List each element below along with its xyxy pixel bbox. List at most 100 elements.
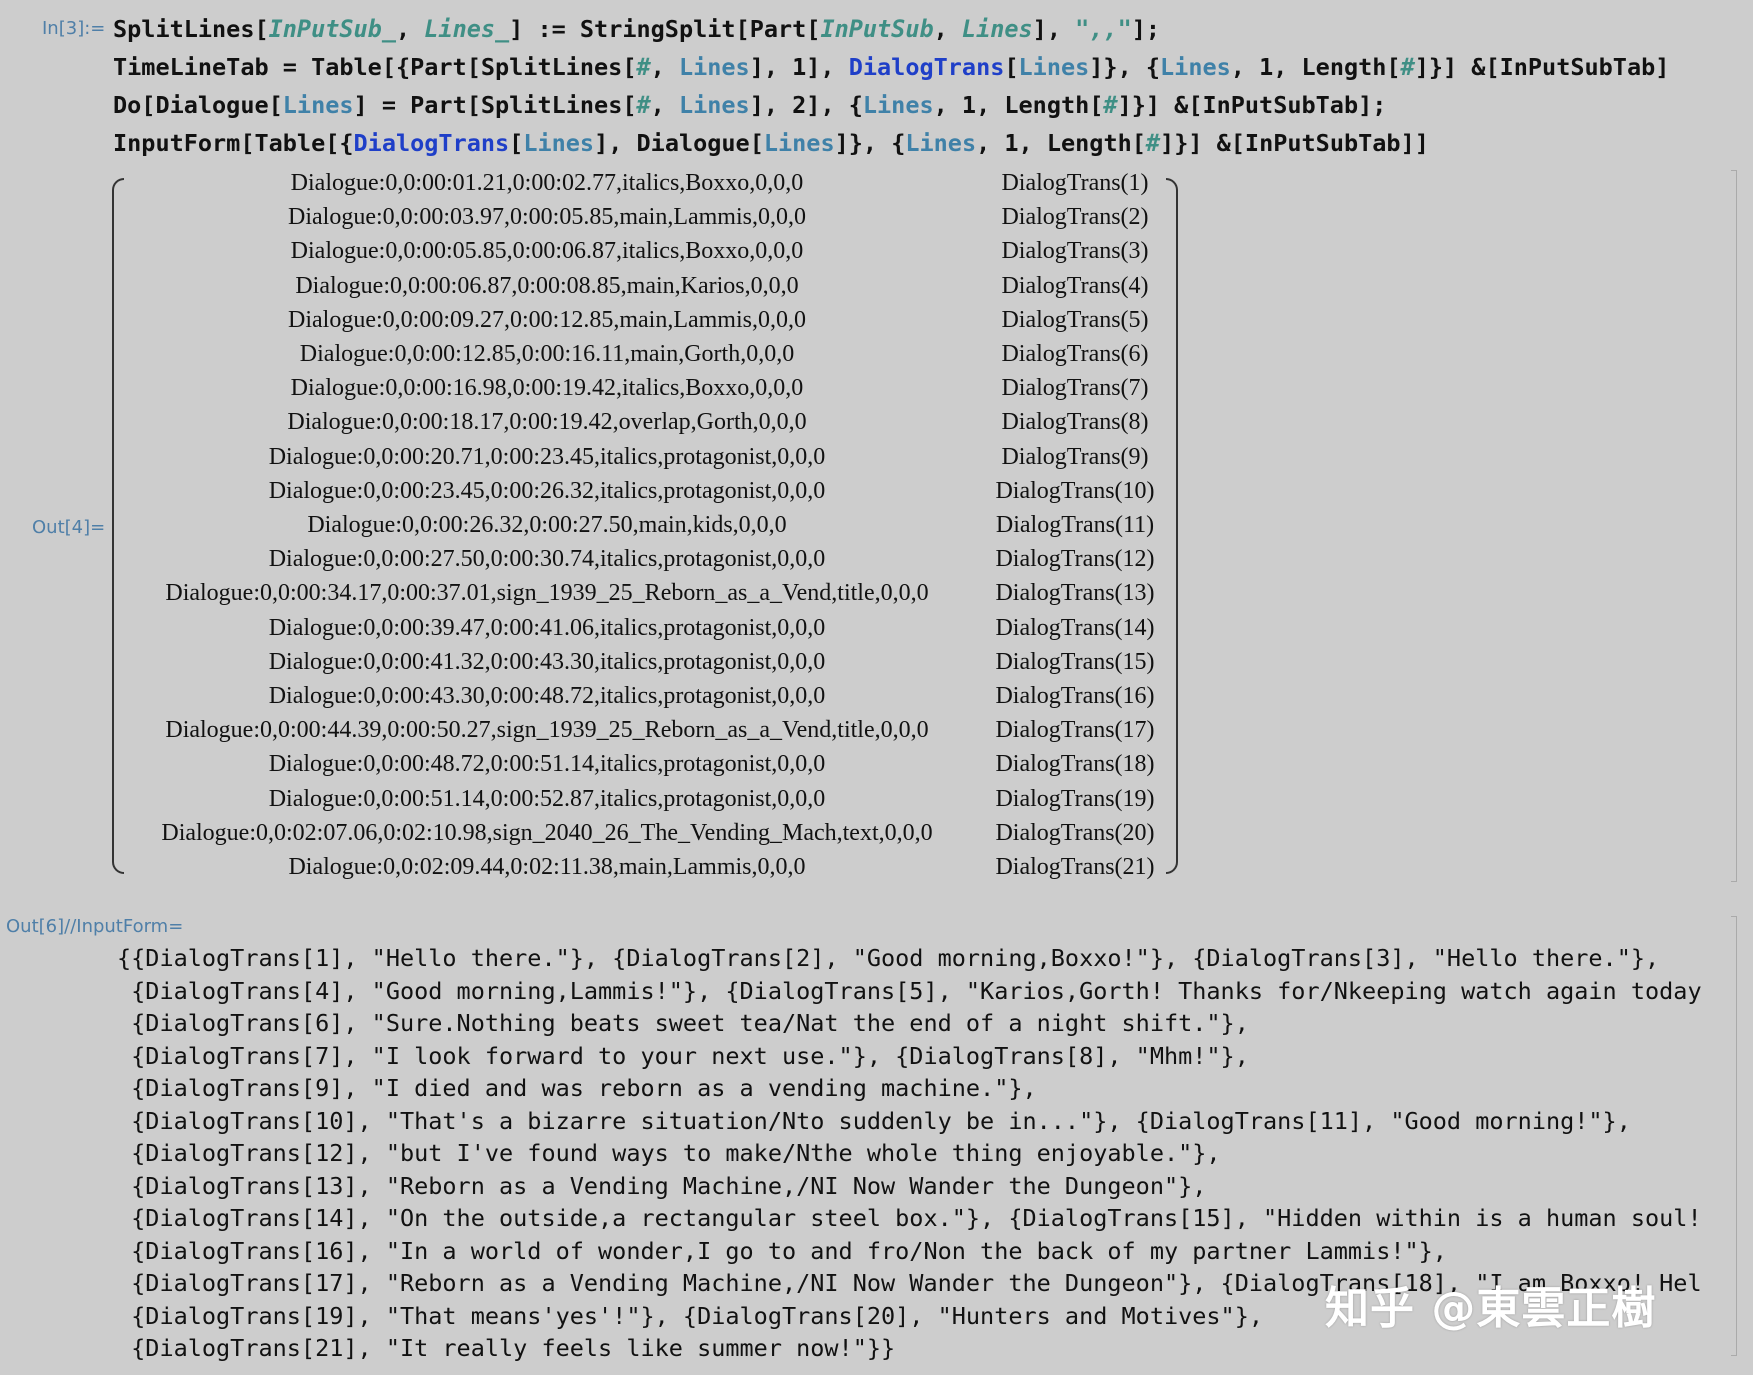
output-6-label: Out[6]//InputForm= — [6, 916, 184, 937]
matrix-row: Dialogue:0,0:00:03.97,0:00:05.85,main,La… — [112, 204, 1178, 238]
matrix-row: Dialogue:0,0:00:43.30,0:00:48.72,italics… — [112, 683, 1178, 717]
output-line: {DialogTrans[12], "but I've found ways t… — [117, 1139, 1221, 1167]
matrix-cell-dialogue: Dialogue:0,0:00:48.72,0:00:51.14,italics… — [268, 751, 826, 778]
matrix-cell-trans: DialogTrans(15) — [995, 648, 1155, 675]
input-cell-label: In[3]:= — [42, 18, 106, 39]
code-token: , — [650, 53, 679, 81]
code-token: [ — [509, 129, 524, 157]
output-line: {DialogTrans[6], "Sure.Nothing beats swe… — [117, 1009, 1249, 1037]
matrix-row: Dialogue:0,0:00:12.85,0:00:16.11,main,Go… — [112, 341, 1178, 375]
code-token: Lines — [523, 129, 595, 157]
matrix-cell-trans: DialogTrans(20) — [995, 819, 1155, 846]
code-token: Lines — [961, 15, 1033, 43]
matrix-row: Dialogue:0,0:00:16.98,0:00:19.42,italics… — [112, 375, 1178, 409]
matrix-row: Dialogue:0,0:02:09.44,0:02:11.38,main,La… — [112, 854, 1178, 888]
matrix-cell-trans: DialogTrans(17) — [995, 717, 1155, 744]
matrix-row: Dialogue:0,0:00:27.50,0:00:30.74,italics… — [112, 546, 1178, 580]
output-line: {DialogTrans[13], "Reborn as a Vending M… — [117, 1171, 1207, 1200]
matrix-cell-dialogue: Dialogue:0,0:00:27.50,0:00:30.74,italics… — [268, 546, 826, 573]
code-token: ] = Part[SplitLines[ — [353, 91, 637, 119]
code-token: Lines — [1018, 53, 1090, 81]
matrix-cell-trans: DialogTrans(19) — [995, 785, 1155, 812]
matrix-row: Dialogue:0,0:00:51.14,0:00:52.87,italics… — [112, 786, 1178, 820]
code-token: DialogTrans — [848, 53, 1005, 81]
code-token: ], 2], { — [749, 91, 863, 119]
code-token: ]}, { — [1089, 53, 1161, 81]
code-token: # — [1400, 53, 1415, 81]
code-token: ]}] &[InPutSubTab] — [1414, 53, 1670, 81]
code-token: DialogTrans — [353, 129, 510, 157]
matrix-cell-trans: DialogTrans(11) — [995, 512, 1155, 538]
code-line[interactable]: TimeLineTab = Table[{Part[SplitLines[#, … — [113, 48, 1669, 86]
matrix-cell-dialogue: Dialogue:0,0:00:05.85,0:00:06.87,italics… — [290, 238, 804, 265]
output-matrix: Dialogue:0,0:00:01.21,0:00:02.77,italics… — [112, 170, 1178, 882]
code-token: , 1, Length[ — [1230, 53, 1401, 81]
matrix-row: Dialogue:0,0:00:39.47,0:00:41.06,italics… — [112, 615, 1178, 649]
matrix-cell-trans: DialogTrans(5) — [1001, 306, 1149, 333]
code-token: # — [1145, 129, 1161, 157]
code-line[interactable]: SplitLines[InPutSub_, Lines_] := StringS… — [113, 10, 1669, 48]
matrix-cell-trans: DialogTrans(14) — [995, 614, 1155, 641]
matrix-cell-dialogue: Dialogue:0,0:00:39.47,0:00:41.06,italics… — [268, 614, 826, 641]
output-line: {{DialogTrans[1], "Hello there."}, {Dial… — [117, 944, 1660, 972]
matrix-cell-trans: DialogTrans(18) — [995, 751, 1155, 778]
output-line: {DialogTrans[14], "On the outside,a rect… — [117, 1204, 1702, 1232]
matrix-cell-trans: DialogTrans(2) — [1001, 204, 1149, 231]
code-token: ]}, { — [834, 129, 906, 157]
matrix-row: Dialogue:0,0:02:07.06,0:02:10.98,sign_20… — [112, 820, 1178, 854]
matrix-cell-trans: DialogTrans(3) — [1001, 238, 1149, 265]
matrix-cell-trans: DialogTrans(4) — [1001, 272, 1149, 299]
matrix-cell-trans: DialogTrans(13) — [995, 580, 1155, 607]
matrix-row: Dialogue:0,0:00:09.27,0:00:12.85,main,La… — [112, 307, 1178, 341]
matrix-cell-dialogue: Dialogue:0,0:00:41.32,0:00:43.30,italics… — [268, 648, 826, 675]
code-token: Lines — [862, 91, 934, 119]
matrix-cell-trans: DialogTrans(7) — [1001, 375, 1149, 402]
code-token: , 1, Length[ — [933, 91, 1104, 119]
matrix-cell-dialogue: Dialogue:0,0:00:20.71,0:00:23.45,italics… — [268, 443, 826, 470]
matrix-cell-trans: DialogTrans(1) — [1001, 170, 1149, 196]
matrix-cell-dialogue: Dialogue:0,0:00:16.98,0:00:19.42,italics… — [290, 375, 804, 402]
code-token: , — [650, 91, 679, 119]
code-token: InPutSub_ — [268, 15, 396, 43]
matrix-cell-dialogue: Dialogue:0,0:00:06.87,0:00:08.85,main,Ka… — [295, 272, 799, 299]
matrix-row: Dialogue:0,0:00:41.32,0:00:43.30,italics… — [112, 649, 1178, 683]
code-token: ], Dialogue[ — [594, 129, 764, 157]
code-token: [ — [1004, 53, 1019, 81]
matrix-cell-dialogue: Dialogue:0,0:02:09.44,0:02:11.38,main,La… — [288, 854, 806, 880]
matrix-cell-dialogue: Dialogue:0,0:02:07.06,0:02:10.98,sign_20… — [161, 819, 933, 846]
output-line: {DialogTrans[16], "In a world of wonder,… — [117, 1236, 1447, 1265]
matrix-cell-trans: DialogTrans(21) — [995, 854, 1155, 880]
code-token: Lines — [678, 91, 750, 119]
output-line: {DialogTrans[9], "I died and was reborn … — [117, 1074, 1037, 1102]
output-line: {DialogTrans[21], "It really feels like … — [117, 1334, 896, 1362]
matrix-row: Dialogue:0,0:00:44.39,0:00:50.27,sign_19… — [112, 717, 1178, 751]
matrix-cell-dialogue: Dialogue:0,0:00:34.17,0:00:37.01,sign_19… — [165, 580, 929, 607]
matrix-cell-dialogue: Dialogue:0,0:00:26.32,0:00:27.50,main,ki… — [307, 512, 787, 538]
code-token: ], — [1032, 15, 1076, 43]
code-token: Lines — [282, 91, 354, 119]
matrix-cell-dialogue: Dialogue:0,0:00:12.85,0:00:16.11,main,Go… — [299, 341, 795, 367]
code-token: ",," — [1075, 15, 1132, 43]
output-line: {DialogTrans[7], "I look forward to your… — [117, 1041, 1249, 1070]
code-token: TimeLineTab = Table[{Part[SplitLines[ — [113, 53, 637, 81]
output-line: {DialogTrans[10], "That's a bizarre situ… — [117, 1106, 1631, 1135]
matrix-row: Dialogue:0,0:00:18.17,0:00:19.42,overlap… — [112, 409, 1178, 443]
code-line[interactable]: Do[Dialogue[Lines] = Part[SplitLines[#, … — [113, 86, 1669, 124]
matrix-row: Dialogue:0,0:00:05.85,0:00:06.87,italics… — [112, 238, 1178, 272]
matrix-cell-dialogue: Dialogue:0,0:00:09.27,0:00:12.85,main,La… — [288, 306, 806, 333]
code-token: # — [636, 53, 651, 81]
output-line: {DialogTrans[4], "Good morning,Lammis!"}… — [117, 976, 1702, 1005]
matrix-row: Dialogue:0,0:00:20.71,0:00:23.45,italics… — [112, 444, 1178, 478]
code-token: ]}] &[InPutSubTab]; — [1117, 91, 1387, 119]
code-token: # — [1103, 91, 1118, 119]
code-token: InPutSub — [820, 15, 934, 43]
matrix-row: Dialogue:0,0:00:23.45,0:00:26.32,italics… — [112, 478, 1178, 512]
code-line[interactable]: InputForm[Table[{DialogTrans[Lines], Dia… — [113, 124, 1669, 162]
matrix-cell-trans: DialogTrans(10) — [995, 477, 1155, 504]
code-token: ]}] &[InPutSubTab]] — [1160, 129, 1429, 157]
code-token: # — [636, 91, 651, 119]
input-cell-code[interactable]: SplitLines[InPutSub_, Lines_] := StringS… — [113, 10, 1669, 162]
output-4-label: Out[4]= — [32, 517, 106, 538]
cell-bracket[interactable] — [1731, 170, 1737, 882]
matrix-cell-trans: DialogTrans(12) — [995, 546, 1155, 573]
